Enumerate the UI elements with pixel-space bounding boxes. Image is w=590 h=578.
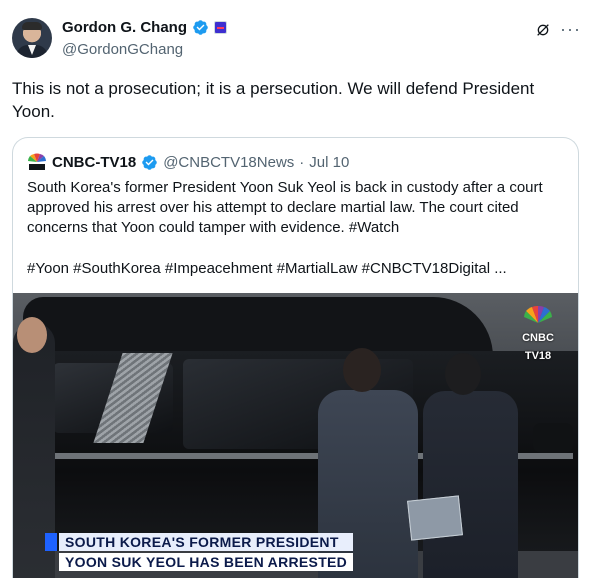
car-mirror (533, 423, 573, 453)
quoted-separator: · (299, 153, 305, 171)
quoted-handle[interactable]: @CNBCTV18News (163, 154, 294, 171)
person-right-head (445, 353, 481, 395)
quoted-header: CNBC-TV18 @CNBCTV18News · Jul 10 (27, 152, 349, 172)
quoted-text: South Korea's former President Yoon Suk … (27, 179, 543, 236)
more-icon[interactable]: ··· (560, 20, 581, 38)
tweet-card[interactable]: Gordon G. Chang @GordonGChang ··· This i… (0, 0, 590, 578)
author-name-row: Gordon G. Chang (62, 19, 227, 36)
headline-line-1-text: SOUTH KOREA'S FORMER PRESIDENT (65, 534, 339, 550)
person-right-body (423, 391, 518, 578)
headline-line-2: YOON SUK YEOL HAS BEEN ARRESTED (59, 553, 354, 571)
quoted-hashtags[interactable]: #Yoon #SouthKorea #Impeacehment #Martial… (27, 259, 567, 279)
avatar-hair (22, 22, 42, 30)
grok-icon[interactable] (535, 22, 551, 38)
person-left-head (17, 317, 47, 353)
verified-badge-icon[interactable] (141, 154, 158, 171)
quoted-display-name[interactable]: CNBC-TV18 (52, 154, 136, 171)
cnbc-tv18-bug: CNBC TV18 (513, 305, 563, 362)
bug-line-1: CNBC (522, 332, 554, 344)
quoted-video[interactable]: CNBC TV18 SOUTH KOREA'S FORMER PRESIDENT… (13, 293, 578, 578)
affiliation-badge-icon[interactable] (214, 21, 227, 34)
person-center-head (343, 348, 381, 392)
tweet-text: This is not a prosecution; it is a perse… (12, 79, 535, 121)
author-display-name[interactable]: Gordon G. Chang (62, 19, 187, 36)
person-right (423, 353, 523, 578)
lower-third-headline: SOUTH KOREA'S FORMER PRESIDENT YOON SUK … (45, 533, 354, 573)
folder (407, 495, 463, 541)
quoted-date[interactable]: Jul 10 (309, 154, 349, 171)
bug-line-2: TV18 (524, 350, 552, 362)
cnbc-tv18-logo-icon[interactable] (27, 152, 47, 172)
author-avatar[interactable] (12, 18, 52, 58)
peacock-logo-icon (524, 305, 552, 323)
quoted-tweet[interactable]: CNBC-TV18 @CNBCTV18News · Jul 10 South K… (12, 137, 579, 578)
headline-accent (45, 533, 57, 551)
author-handle[interactable]: @GordonGChang (62, 41, 183, 58)
headline-line-1: SOUTH KOREA'S FORMER PRESIDENT (45, 533, 354, 551)
verified-badge-icon[interactable] (192, 19, 209, 36)
